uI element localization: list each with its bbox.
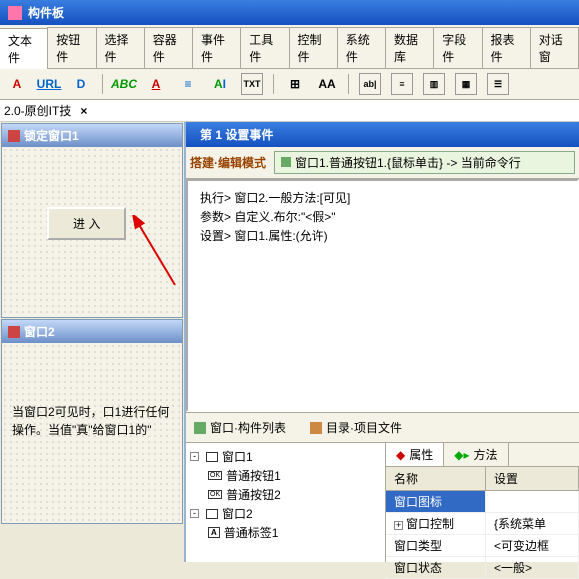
prop-tabbar: ◆属性 ◆▸方法 xyxy=(386,443,579,467)
list-icon xyxy=(194,422,206,434)
ai-icon[interactable]: AI xyxy=(209,73,231,95)
panel1-header[interactable]: 锁定窗口1 xyxy=(2,124,182,147)
script-line: 设置> 窗口1.属性:(允许) xyxy=(200,227,565,246)
separator xyxy=(273,74,274,94)
txt-icon[interactable]: TXT xyxy=(241,73,263,95)
event-toolbar: 搭建·编辑模式 窗口1.普通按钮1.{鼠标单击} -> 当前命令行 xyxy=(186,147,579,179)
panel1-title: 锁定窗口1 xyxy=(24,127,79,144)
palette-tabbar: 文本件 按钮件 选择件 容器件 事件件 工具件 控制件 系统件 数据库 字段件 … xyxy=(0,25,579,69)
tree-button1[interactable]: OK普通按钮1 xyxy=(190,466,381,485)
event-title-text: 第 1 设置事件 xyxy=(200,126,273,143)
d-icon[interactable]: D xyxy=(70,73,92,95)
collapse-icon[interactable]: - xyxy=(190,452,199,461)
palette-title: 构件板 xyxy=(28,4,64,21)
tab-field[interactable]: 字段件 xyxy=(433,27,482,68)
grid-icon[interactable]: ▥ xyxy=(423,73,445,95)
panel2-hint: 当窗口2可见时，口1进行任何操作。当值"真"给窗口1的" xyxy=(12,403,172,439)
panel2-header[interactable]: 窗口2 xyxy=(2,320,182,343)
script-editor[interactable]: 执行> 窗口2.一般方法:[可见] 参数> 自定义.布尔:"<假>" 设置> 窗… xyxy=(186,179,579,412)
tab-select[interactable]: 选择件 xyxy=(96,27,145,68)
component-tree[interactable]: -窗口1 OK普通按钮1 OK普通按钮2 -窗口2 A普通标签1 xyxy=(186,443,386,562)
window-icon xyxy=(206,452,218,462)
property-panel: ◆属性 ◆▸方法 名称 设置 窗口图标 +窗口控制 {系统菜单 xyxy=(386,443,579,562)
script-line: 参数> 自定义.布尔:"<假>" xyxy=(200,208,565,227)
collapse-icon[interactable]: - xyxy=(190,509,199,518)
abc-icon[interactable]: ABC xyxy=(113,73,135,95)
table-icon[interactable]: ▦ xyxy=(455,73,477,95)
tab-db[interactable]: 数据库 xyxy=(385,27,434,68)
panel-window2: 窗口2 当窗口2可见时，口1进行任何操作。当值"真"给窗口1的" xyxy=(1,319,183,524)
tab-dialog[interactable]: 对话窗 xyxy=(530,27,579,68)
panel2-body[interactable]: 当窗口2可见时，口1进行任何操作。当值"真"给窗口1的" xyxy=(2,343,182,523)
workspace: 锁定窗口1 进 入 窗口2 当窗口2可见时，口1进行任何操作。当值"真"给窗口1… xyxy=(0,122,579,562)
diamond-icon: ◆▸ xyxy=(454,448,469,462)
window-icon xyxy=(8,326,20,338)
event-titlebar: 第 1 设置事件 xyxy=(186,122,579,147)
bottom-tabbar: 窗口·构件列表 目录·项目文件 xyxy=(186,412,579,442)
mode-label[interactable]: 搭建·编辑模式 xyxy=(190,154,266,171)
tree-label1[interactable]: A普通标签1 xyxy=(190,523,381,542)
tree-window1[interactable]: -窗口1 xyxy=(190,447,381,466)
palette-titlebar: 构件板 xyxy=(0,0,579,25)
prop-row-state[interactable]: 窗口状态 <一般> xyxy=(386,557,579,579)
aa-size-icon[interactable]: AA xyxy=(316,73,338,95)
tab-text[interactable]: 文本件 xyxy=(0,28,48,69)
label-icon: A xyxy=(208,527,220,538)
rows-icon[interactable]: ☰ xyxy=(487,73,509,95)
property-grid[interactable]: 名称 设置 窗口图标 +窗口控制 {系统菜单 窗口类型 <可变边框 xyxy=(386,467,579,579)
list-icon[interactable]: ≡ xyxy=(391,73,413,95)
left-column: 锁定窗口1 进 入 窗口2 当窗口2可见时，口1进行任何操作。当值"真"给窗口1… xyxy=(0,122,186,562)
tab-component-list[interactable]: 窗口·构件列表 xyxy=(190,417,290,438)
window-icon xyxy=(206,509,218,519)
lines-icon[interactable]: ≡ xyxy=(177,73,199,95)
window-icon xyxy=(8,130,20,142)
prop-row-icon[interactable]: 窗口图标 xyxy=(386,491,579,513)
dotted-box-icon[interactable]: ⊞ xyxy=(284,73,306,95)
path-icon xyxy=(281,157,291,167)
url-icon[interactable]: URL xyxy=(38,73,60,95)
folder-icon xyxy=(310,422,322,434)
separator xyxy=(348,74,349,94)
abi-icon[interactable]: ab| xyxy=(359,73,381,95)
breadcrumb: 2.0-原创IT技 × xyxy=(0,100,579,122)
tab-control[interactable]: 控制件 xyxy=(289,27,338,68)
separator xyxy=(102,74,103,94)
tree-prop-area: -窗口1 OK普通按钮1 OK普通按钮2 -窗口2 A普通标签1 ◆属性 ◆▸方… xyxy=(186,442,579,562)
tab-properties[interactable]: ◆属性 xyxy=(386,443,444,466)
tab-container[interactable]: 容器件 xyxy=(144,27,193,68)
tree-button2[interactable]: OK普通按钮2 xyxy=(190,485,381,504)
prop-row-type[interactable]: 窗口类型 <可变边框 xyxy=(386,535,579,557)
tab-methods[interactable]: ◆▸方法 xyxy=(444,443,508,466)
prop-header-row: 名称 设置 xyxy=(386,467,579,491)
header-value: 设置 xyxy=(486,467,579,490)
right-column: 第 1 设置事件 搭建·编辑模式 窗口1.普通按钮1.{鼠标单击} -> 当前命… xyxy=(186,122,579,562)
bold-a-icon[interactable]: A xyxy=(6,73,28,95)
script-line: 执行> 窗口2.一般方法:[可见] xyxy=(200,189,565,208)
breadcrumb-text: 2.0-原创IT技 xyxy=(4,104,71,118)
header-name: 名称 xyxy=(386,467,486,490)
tab-button[interactable]: 按钮件 xyxy=(47,27,96,68)
tab-project-files[interactable]: 目录·项目文件 xyxy=(306,417,406,438)
tab-tool[interactable]: 工具件 xyxy=(240,27,289,68)
panel-lock-window1: 锁定窗口1 进 入 xyxy=(1,123,183,318)
tree-window2[interactable]: -窗口2 xyxy=(190,504,381,523)
tab-report[interactable]: 报表件 xyxy=(482,27,531,68)
button-icon: OK xyxy=(208,490,222,499)
prop-row-control[interactable]: +窗口控制 {系统菜单 xyxy=(386,513,579,535)
palette-toolbar: A URL D ABC A ≡ AI TXT ⊞ AA ab| ≡ ▥ ▦ ☰ xyxy=(0,69,579,100)
button-icon: OK xyxy=(208,471,222,480)
a-underline-icon[interactable]: A xyxy=(145,73,167,95)
palette-icon xyxy=(8,6,22,20)
breadcrumb-close-icon[interactable]: × xyxy=(80,104,87,118)
diamond-icon: ◆ xyxy=(396,448,405,462)
expand-icon[interactable]: + xyxy=(394,521,403,530)
event-path[interactable]: 窗口1.普通按钮1.{鼠标单击} -> 当前命令行 xyxy=(274,151,575,174)
enter-button[interactable]: 进 入 xyxy=(47,207,126,240)
tab-event[interactable]: 事件件 xyxy=(192,27,241,68)
panel2-title: 窗口2 xyxy=(24,323,55,340)
panel1-body[interactable]: 进 入 xyxy=(2,147,182,317)
tab-system[interactable]: 系统件 xyxy=(337,27,386,68)
